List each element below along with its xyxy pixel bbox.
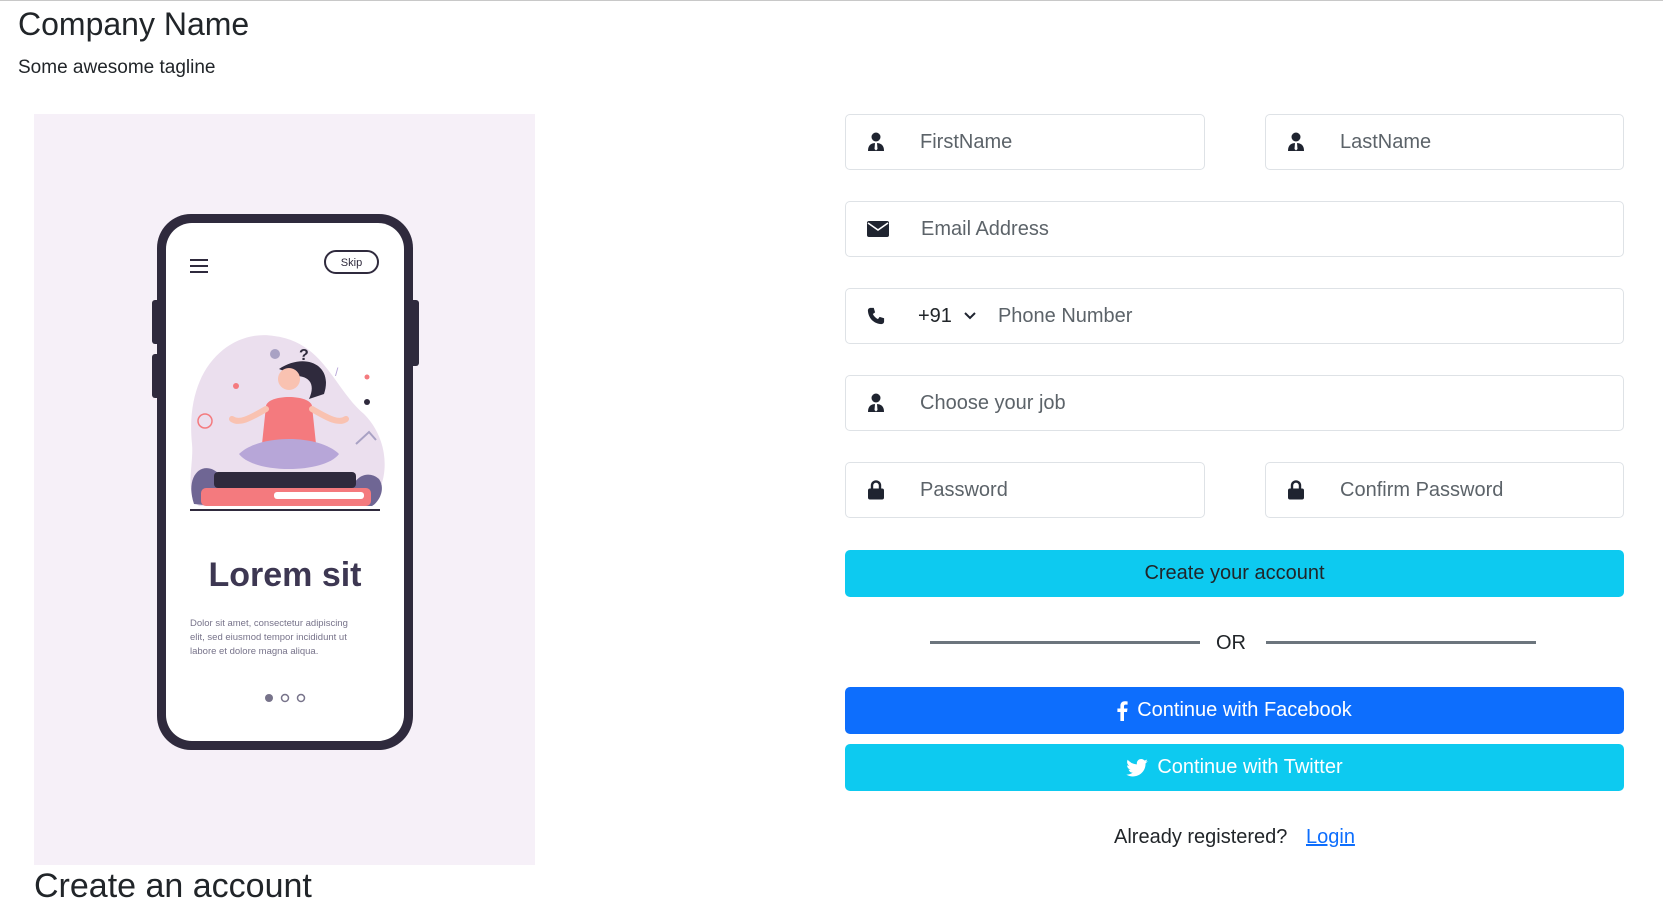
twitter-icon [1126,758,1149,777]
illustration-headline: Lorem sit [208,556,361,594]
job-field[interactable] [845,375,1624,431]
password-field[interactable] [845,462,1205,518]
facebook-icon [1117,700,1128,721]
email-input[interactable] [919,201,1623,257]
create-account-button[interactable]: Create your account [845,550,1624,597]
password-input[interactable] [918,462,1204,518]
lock-icon [867,480,885,500]
illustration-body-line: Dolor sit amet, consectetur adipiscing [190,618,348,629]
user-tie-icon [1287,132,1305,152]
phone-number-input[interactable] [995,288,1623,344]
illustration-body-line: labore et dolore magna aliqua. [190,646,318,657]
twitter-button-label: Continue with Twitter [1157,756,1343,778]
phone-icon [867,306,885,326]
illustration-panel: Skip ? / Lorem sit Dolor sit amet, conse… [34,114,535,865]
country-code-value: +91 [918,304,952,327]
user-tie-icon [867,132,885,152]
login-link[interactable]: Login [1306,825,1355,849]
confirm-password-field[interactable] [1265,462,1624,518]
already-registered-text: Already registered? [1114,826,1288,848]
country-code-select[interactable]: +91 [918,305,976,328]
divider-left [930,641,1200,644]
confirm-password-input[interactable] [1338,462,1623,518]
tagline: Some awesome tagline [18,57,216,78]
skip-label: Skip [341,257,362,269]
phone-field[interactable]: +91 [845,288,1624,344]
facebook-button[interactable]: Continue with Facebook [845,687,1624,734]
twitter-button[interactable]: Continue with Twitter [845,744,1624,791]
user-tie-icon [867,393,885,413]
illustration-body-line: elit, sed eiusmod tempor incididunt ut [190,632,347,643]
first-name-field[interactable] [845,114,1205,170]
company-name: Company Name [18,6,250,42]
page-heading: Create an account [34,867,312,905]
job-input[interactable] [918,375,1623,431]
phone-illustration: Skip ? / Lorem sit Dolor sit amet, conse… [152,214,419,750]
facebook-button-label: Continue with Facebook [1137,699,1352,721]
last-name-field[interactable] [1265,114,1624,170]
first-name-input[interactable] [918,114,1204,170]
chevron-down-icon [964,312,976,320]
or-label: OR [1216,632,1246,654]
divider-right [1266,641,1536,644]
envelope-icon [867,219,889,239]
lock-icon [1287,480,1305,500]
email-field[interactable] [845,201,1624,257]
last-name-input[interactable] [1338,114,1623,170]
